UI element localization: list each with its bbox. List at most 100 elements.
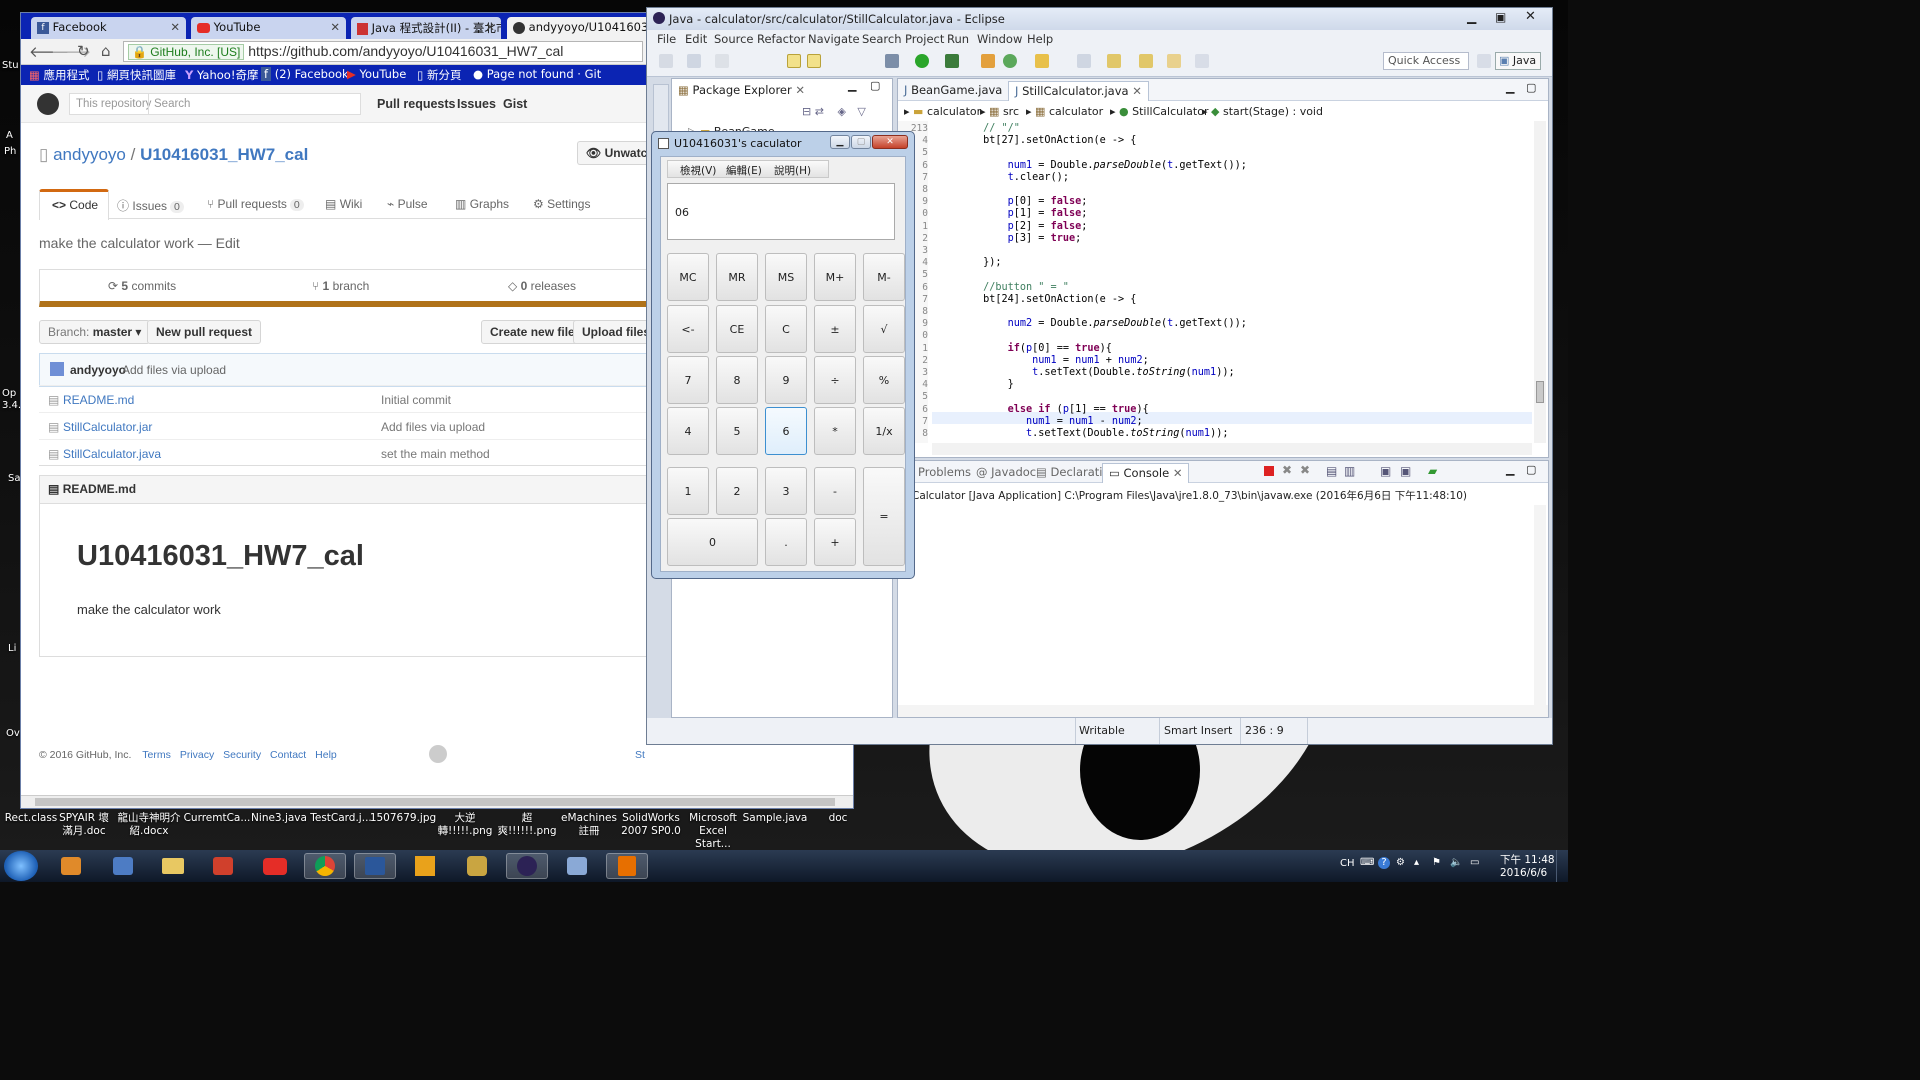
desktop-file[interactable]: SolidWorks 2007 SP0.0 <box>618 812 684 838</box>
open-type-icon[interactable] <box>1035 54 1049 68</box>
print-icon[interactable] <box>715 54 729 68</box>
maximize-icon[interactable]: ▢ <box>851 135 871 149</box>
desktop-icon-label[interactable]: Ov <box>6 728 20 739</box>
word-wrap-icon[interactable]: ▣ <box>1400 464 1411 478</box>
taskbar-youtube-icon[interactable] <box>254 853 296 879</box>
file-link[interactable]: StillCalculator.java <box>63 447 161 461</box>
bookmark-item[interactable]: f (2) Facebook <box>261 67 349 81</box>
key-backspace[interactable]: <- <box>667 305 709 353</box>
scrollbar-thumb[interactable] <box>1536 381 1544 403</box>
key-7[interactable]: 7 <box>667 356 709 404</box>
clear-console-icon[interactable]: ▤ <box>1326 464 1337 478</box>
pin-console-icon[interactable]: ▣ <box>1380 464 1391 478</box>
menu-search[interactable]: Search <box>862 32 902 46</box>
collapse-all-icon[interactable]: ⊟ <box>802 105 811 118</box>
browser-tab[interactable]: f Facebook ✕ <box>31 17 186 39</box>
key-equals[interactable]: = <box>863 467 905 566</box>
desktop-icon-label[interactable]: Sa <box>8 473 20 484</box>
maximize-icon[interactable]: ▢ <box>870 79 880 92</box>
taskbar-chrome-icon[interactable] <box>304 853 346 879</box>
key-m-minus[interactable]: M- <box>863 253 905 301</box>
taskbar-paint-icon[interactable] <box>102 853 144 879</box>
forward-icon[interactable] <box>1195 54 1209 68</box>
remove-launch-icon[interactable]: ✖ <box>1282 463 1292 477</box>
key-reciprocal[interactable]: 1/x <box>863 407 905 455</box>
key-4[interactable]: 4 <box>667 407 709 455</box>
java-perspective-button[interactable]: ▣ Java <box>1495 52 1541 70</box>
close-icon[interactable]: ✕ <box>1132 84 1142 98</box>
address-bar[interactable]: 🔒 GitHub, Inc. [US] https://github.com/a… <box>123 41 643 62</box>
coverage-icon[interactable] <box>945 54 959 68</box>
minimize-icon[interactable]: ▁ <box>1506 81 1514 94</box>
key-m-plus[interactable]: M+ <box>814 253 856 301</box>
menu-edit[interactable]: 編輯(E) <box>726 163 762 178</box>
key-clear[interactable]: C <box>765 305 807 353</box>
desktop-file[interactable]: 大逆轉!!!!!.png <box>432 812 498 838</box>
editor-tab[interactable]: J BeanGame.java <box>898 81 1008 101</box>
minimize-icon[interactable]: ▁ <box>1467 10 1476 24</box>
secure-badge[interactable]: 🔒 GitHub, Inc. [US] <box>128 44 245 60</box>
upload-files-button[interactable]: Upload files <box>573 320 653 344</box>
commit-message[interactable]: Add files via upload <box>122 363 226 377</box>
key-9[interactable]: 9 <box>765 356 807 404</box>
scrollbar-thumb[interactable] <box>35 798 835 806</box>
bookmark-item[interactable]: ▶ YouTube <box>347 67 406 81</box>
run-icon[interactable] <box>915 54 929 68</box>
desktop-icon-label[interactable]: Li <box>8 643 16 654</box>
home-icon[interactable]: ⌂ <box>101 42 111 60</box>
close-icon[interactable]: ✕ <box>795 83 805 97</box>
tab-pull-requests[interactable]: ⑂ Pull requests 0 <box>207 197 304 211</box>
remove-all-icon[interactable]: ✖ <box>1300 463 1310 477</box>
close-icon[interactable]: ✕ <box>872 135 908 149</box>
desktop-icon-label[interactable]: Ph <box>4 146 16 157</box>
maximize-icon[interactable]: ▢ <box>1526 463 1536 476</box>
close-icon[interactable]: ✕ <box>330 20 340 34</box>
show-hidden-icons-icon[interactable]: ▴ <box>1414 857 1419 868</box>
horizontal-scrollbar[interactable] <box>932 443 1532 455</box>
desktop-icon-label[interactable]: Op <box>2 388 16 399</box>
tab-problems[interactable]: Problems <box>912 463 977 483</box>
key-sqrt[interactable]: √ <box>863 305 905 353</box>
bookmark-item[interactable]: ▯ 新分頁 <box>417 67 462 83</box>
link-editor-icon[interactable]: ⇄ <box>815 105 824 118</box>
volume-icon[interactable]: 🔈 <box>1450 857 1462 868</box>
menu-navigate[interactable]: Navigate <box>808 32 860 46</box>
key-divide[interactable]: ÷ <box>814 356 856 404</box>
maximize-icon[interactable]: ▣ <box>1495 10 1506 24</box>
key-decimal[interactable]: . <box>765 518 807 566</box>
menu-help[interactable]: Help <box>1027 32 1053 46</box>
bookmark-item[interactable]: ● Page not found · Git <box>473 67 601 81</box>
clock-time[interactable]: 下午 11:48 <box>1500 852 1555 867</box>
display-console-icon[interactable]: ▰ <box>1428 464 1437 478</box>
horizontal-scrollbar[interactable] <box>21 795 853 808</box>
taskbar-explorer-icon[interactable] <box>152 853 194 879</box>
view-menu-icon[interactable]: ▽ <box>857 105 865 118</box>
quick-access-input[interactable]: Quick Access <box>1383 52 1469 70</box>
taskbar-word-icon[interactable] <box>354 853 396 879</box>
file-link[interactable]: README.md <box>63 393 134 407</box>
desktop-file[interactable]: SPYAIR 壞滿月.doc <box>56 812 112 838</box>
menu-view[interactable]: 檢視(V) <box>680 163 716 178</box>
close-icon[interactable]: ✕ <box>1525 9 1536 24</box>
bookmark-item[interactable]: Y Yahoo!奇摩 <box>185 67 258 83</box>
taskbar-java-icon[interactable] <box>606 853 648 879</box>
repo-name-link[interactable]: U10416031_HW7_cal <box>140 145 308 164</box>
key-mr[interactable]: MR <box>716 253 758 301</box>
console-hscrollbar[interactable] <box>898 705 1548 717</box>
new-class-icon[interactable] <box>1003 54 1017 68</box>
repo-owner-link[interactable]: andyyoyo <box>53 145 126 164</box>
nav-pull-requests[interactable]: Pull requests <box>377 97 456 111</box>
taskbar-app-icon[interactable] <box>404 853 446 879</box>
menu-window[interactable]: Window <box>977 32 1022 46</box>
vertical-scrollbar[interactable] <box>1534 121 1546 443</box>
key-0[interactable]: 0 <box>667 518 758 566</box>
new-package-icon[interactable] <box>981 54 995 68</box>
tab-issues[interactable]: ⓘ Issues 0 <box>117 197 184 214</box>
desktop-file[interactable]: Sample.java <box>740 812 810 825</box>
editor-tab-active[interactable]: J StillCalculator.java ✕ <box>1008 81 1149 101</box>
open-perspective-icon[interactable] <box>1477 54 1491 68</box>
github-footer-logo-icon[interactable] <box>429 745 447 763</box>
tab-pulse[interactable]: ⌁ Pulse <box>387 197 428 211</box>
key-6[interactable]: 6 <box>765 407 807 455</box>
footer-link-help[interactable]: Help <box>315 749 337 761</box>
